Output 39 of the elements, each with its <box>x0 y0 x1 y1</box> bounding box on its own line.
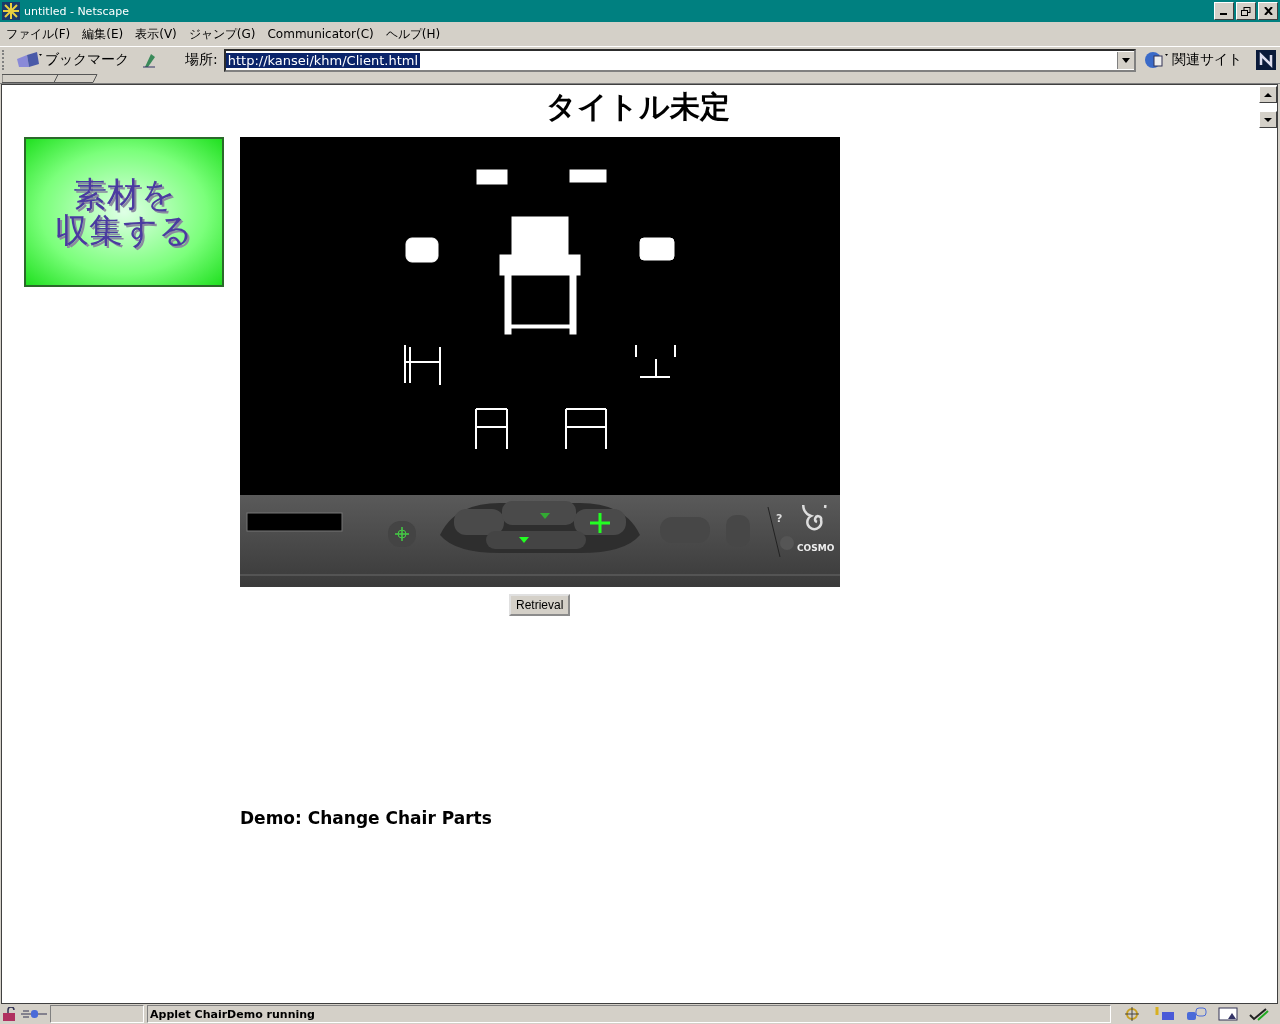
close-icon <box>1263 7 1273 15</box>
pen-check-icon[interactable] <box>1248 1007 1270 1021</box>
up-arrow-icon <box>1264 92 1272 97</box>
collect-materials-button[interactable]: 素材を 収集する <box>24 137 224 287</box>
menu-item[interactable]: Communicator(C) <box>267 27 374 41</box>
down-arrow-icon <box>1264 117 1272 122</box>
netscape-n-icon <box>1256 50 1276 70</box>
window-title: untitled - Netscape <box>24 4 129 18</box>
restore-button[interactable] <box>1236 2 1256 20</box>
related-sites-button[interactable]: 関連サイト <box>1142 51 1244 69</box>
cosmo-logo-text: COSMO <box>797 543 835 553</box>
padlock-icon <box>2 1007 18 1021</box>
scroll-up-button[interactable] <box>1259 86 1277 103</box>
globe-icon <box>1144 51 1170 69</box>
retrieval-button[interactable]: Retrieval <box>509 594 571 616</box>
page-heading: タイトル未定 <box>544 89 731 125</box>
scroll-down-button[interactable] <box>1259 111 1277 128</box>
demo-caption: Demo: Change Chair Parts <box>240 808 492 828</box>
menu-item[interactable]: ジャンプ(G) <box>188 25 256 43</box>
url-text: http://kansei/khm/Client.html <box>225 52 420 68</box>
menu-item[interactable]: ファイル(F) <box>6 25 71 43</box>
location-label: 場所: <box>185 51 218 69</box>
3d-viewer[interactable]: ? COSMO <box>240 137 840 587</box>
caret-icon <box>1122 57 1130 63</box>
menu-item[interactable]: 編集(E) <box>82 25 124 43</box>
status-message: Applet ChairDemo running <box>147 1005 1111 1023</box>
restore-icon <box>1241 6 1251 16</box>
bookmarks-button[interactable]: ブックマーク <box>13 51 131 69</box>
menu-item[interactable]: ヘルプ(H) <box>385 25 441 43</box>
app-icon <box>2 2 20 20</box>
minimize-button[interactable] <box>1214 2 1234 20</box>
help-button[interactable]: ? <box>776 512 783 525</box>
menu-item[interactable]: 表示(V) <box>135 25 177 43</box>
close-button[interactable] <box>1258 2 1278 20</box>
chat-bubbles-icon[interactable] <box>1186 1007 1208 1021</box>
dropdown-button[interactable] <box>1117 51 1134 69</box>
url-field[interactable]: http://kansei/khm/Client.html <box>223 48 1136 72</box>
bookmark-book-icon <box>15 51 43 69</box>
toolbar-tabs-icon[interactable] <box>2 73 98 83</box>
